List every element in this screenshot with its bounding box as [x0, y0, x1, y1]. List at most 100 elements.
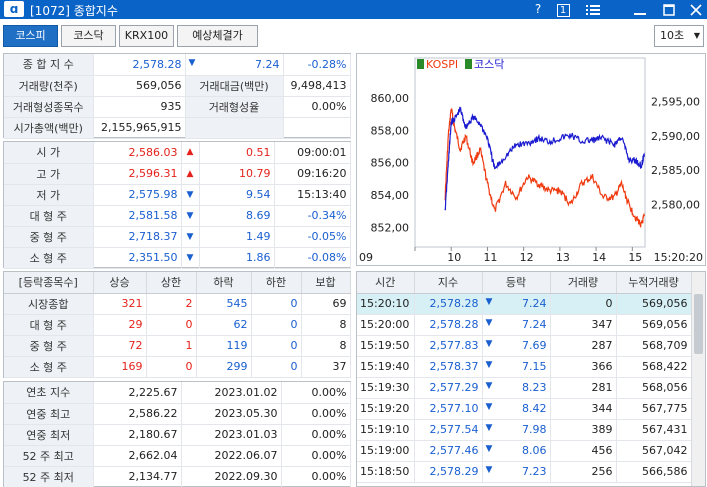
- screen-number-icon: 1: [556, 4, 570, 17]
- index-value: 2,578.28: [93, 54, 186, 76]
- x-tick-label: 15: [628, 251, 642, 264]
- interval-select[interactable]: 10초 ▼: [654, 25, 704, 47]
- tick-volume: 389: [550, 419, 617, 441]
- volume-value: 569,056: [93, 75, 186, 97]
- down-arrow-icon: ▼: [485, 360, 493, 370]
- scrollbar[interactable]: [691, 272, 705, 486]
- screen-number-button[interactable]: 1: [553, 0, 573, 19]
- ohlc-label: 저 가: [4, 184, 94, 206]
- mcap-label: 시가총액(백만): [4, 117, 94, 139]
- updown-label: 대 형 주: [4, 314, 94, 336]
- up-arrow-icon: ▲: [181, 142, 200, 164]
- ohlc-row: 중 형 주 2,718.37 ▼ 1.49 -0.05%: [4, 226, 351, 248]
- tick-change-cell: ▼ 8.42: [482, 398, 551, 420]
- yearly-pct: 0.00%: [281, 403, 351, 425]
- tick-index: 2,578.37: [414, 356, 483, 378]
- maximize-button[interactable]: [659, 0, 679, 19]
- close-icon: [690, 4, 702, 16]
- right-tick-label: 2,580,00: [651, 198, 700, 211]
- yearly-label: 52 주 최저: [4, 466, 94, 487]
- ohlc-change: 8.69: [199, 205, 275, 227]
- tick-row[interactable]: 15:18:50 2,578.29 ▼ 7.23 256 566,586: [357, 461, 692, 483]
- tab-krx100[interactable]: KRX100: [119, 25, 174, 47]
- legend-kospi: KOSPI: [426, 58, 458, 71]
- tick-row[interactable]: 15:19:10 2,577.54 ▼ 7.98 389 567,431: [357, 419, 692, 441]
- yearly-value: 2,662.04: [93, 445, 182, 467]
- tab-expected-price[interactable]: 예상체결가: [177, 25, 258, 47]
- x-tick-label: 14: [592, 251, 606, 264]
- index-label: 종 합 지 수: [4, 54, 94, 76]
- tick-row[interactable]: 15:19:00 2,577.46 ▼ 8.06 456 567,042: [357, 440, 692, 462]
- tick-volume: 344: [550, 398, 617, 420]
- updown-cell: 69: [301, 293, 351, 315]
- updown-cell: 119: [196, 335, 252, 357]
- minimize-icon: [634, 13, 646, 15]
- help-button[interactable]: ?: [528, 0, 548, 19]
- down-arrow-icon: ▼: [485, 339, 493, 349]
- intraday-chart[interactable]: 860,00 858,00 856,00 854,00 852,00 2,595,00 2,…: [356, 53, 706, 266]
- tick-row[interactable]: 15:19:50 2,577.83 ▼ 7.69 287 568,709: [357, 335, 692, 357]
- yearly-pct: 0.00%: [281, 424, 351, 446]
- updown-cell: 321: [93, 293, 147, 315]
- tick-change-cell: ▼ 7.98: [482, 419, 551, 441]
- left-tick-label: 858,00: [371, 124, 410, 137]
- yearly-panel: 연초 지수 2,225.67 2023.01.02 0.00% 연중 최고 2,586.2…: [3, 381, 351, 487]
- yearly-date: 2022.06.07: [181, 445, 282, 467]
- yearly-pct: 0.00%: [281, 382, 351, 404]
- yearly-label: 연중 최고: [4, 403, 94, 425]
- ohlc-extra: 09:16:20: [274, 163, 351, 185]
- tick-volume: 281: [550, 377, 617, 399]
- ohlc-extra: 09:00:01: [274, 142, 351, 164]
- tab-kospi[interactable]: 코스피: [3, 25, 58, 47]
- tick-cumulative: 568,709: [616, 335, 692, 357]
- updown-row: 대 형 주 29 0 62 0 8: [4, 314, 351, 336]
- yearly-date: 2023.05.30: [181, 403, 282, 425]
- ohlc-row: 시 가 2,586.03 ▲ 0.51 09:00:01: [4, 142, 351, 164]
- ohlc-value: 2,586.03: [93, 142, 182, 164]
- menu-button[interactable]: [583, 0, 603, 19]
- tick-time: 15:19:50: [357, 335, 415, 357]
- legend-kosdaq: 코스닥: [474, 58, 504, 71]
- tick-change: 8.06: [522, 444, 547, 457]
- tab-kosdaq[interactable]: 코스닥: [61, 25, 116, 47]
- scrollbar-thumb[interactable]: [694, 294, 703, 354]
- ohlc-label: 시 가: [4, 142, 94, 164]
- tick-volume: 366: [550, 356, 617, 378]
- tick-volume: 347: [550, 314, 617, 336]
- tick-time: 15:19:40: [357, 356, 415, 378]
- tick-change: 7.98: [522, 423, 547, 436]
- tick-time: 15:19:20: [357, 398, 415, 420]
- tick-row[interactable]: 15:20:10 2,578.28 ▼ 7.24 0 569,056: [357, 293, 692, 315]
- x-end-label: 15:20:20: [654, 251, 703, 264]
- updown-cell: 8: [301, 335, 351, 357]
- close-button[interactable]: [686, 0, 706, 19]
- tick-time: 15:19:30: [357, 377, 415, 399]
- tick-row[interactable]: 15:19:40 2,578.37 ▼ 7.15 366 568,422: [357, 356, 692, 378]
- chart-svg: 860,00 858,00 856,00 854,00 852,00 2,595,00 2,…: [359, 57, 703, 264]
- x-tick-label: 12: [520, 251, 534, 264]
- ohlc-extra: -0.34%: [274, 205, 351, 227]
- tick-time: 15:18:50: [357, 461, 415, 483]
- tick-row[interactable]: 15:19:20 2,577.10 ▼ 8.42 344 567,775: [357, 398, 692, 420]
- yearly-value: 2,225.67: [93, 382, 182, 404]
- yearly-row: 52 주 최저 2,134.77 2022.09.30 0.00%: [4, 466, 351, 487]
- ohlc-change: 1.49: [199, 226, 275, 248]
- down-arrow-icon: ▼: [188, 57, 196, 68]
- tick-change: 8.42: [522, 402, 547, 415]
- updown-panel: [등락종목수] 상승 상한 하락 하한 보합 시장종합 321 2 545 0 69 대 형 주 29 0…: [3, 271, 351, 378]
- tick-row[interactable]: 15:19:30 2,577.29 ▼ 8.23 281 568,056: [357, 377, 692, 399]
- ohlc-extra: -0.05%: [274, 226, 351, 248]
- minimize-button[interactable]: [630, 0, 650, 19]
- yearly-row: 연중 최고 2,586.22 2023.05.30 0.00%: [4, 403, 351, 425]
- left-tick-label: 860,00: [371, 92, 410, 105]
- tick-index: 2,578.29: [414, 461, 483, 483]
- down-arrow-icon: ▼: [181, 184, 200, 206]
- tick-change-cell: ▼ 8.06: [482, 440, 551, 462]
- yearly-value: 2,180.67: [93, 424, 182, 446]
- ohlc-row: 대 형 주 2,581.58 ▼ 8.69 -0.34%: [4, 205, 351, 227]
- updown-cell: 0: [146, 314, 197, 336]
- legend-swatch-icon: [417, 59, 424, 69]
- tick-row[interactable]: 15:20:00 2,578.28 ▼ 7.24 347 569,056: [357, 314, 692, 336]
- ohlc-row: 고 가 2,596.31 ▲ 10.79 09:16:20: [4, 163, 351, 185]
- tick-change: 7.15: [522, 360, 547, 373]
